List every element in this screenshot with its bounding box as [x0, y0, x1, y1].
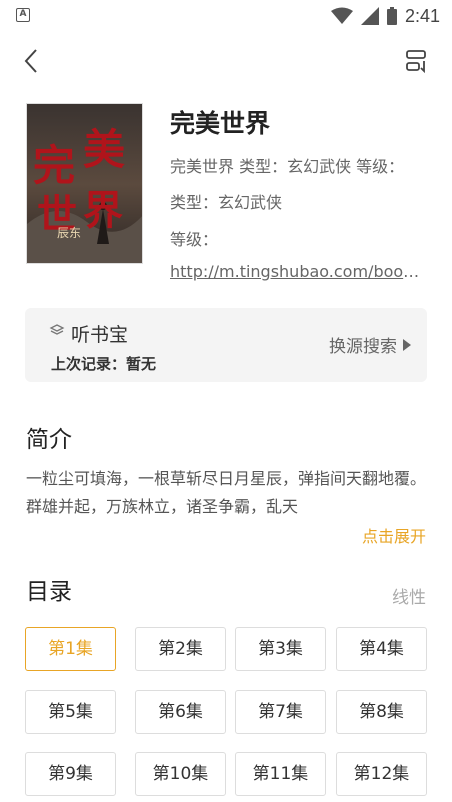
episode-button[interactable]: 第11集: [235, 752, 326, 796]
battery-icon: [386, 7, 397, 25]
episode-button[interactable]: 第3集: [235, 627, 326, 671]
episode-button[interactable]: 第2集: [135, 627, 226, 671]
book-title: 完美世界: [170, 109, 271, 138]
status-bar: A 2:41: [0, 0, 452, 32]
episode-button[interactable]: 第4集: [336, 627, 427, 671]
episode-button[interactable]: 第1集: [25, 627, 116, 671]
episode-button[interactable]: 第7集: [235, 690, 326, 734]
book-level: 等级：: [170, 230, 219, 249]
last-record: 上次记录：暂无: [51, 355, 157, 373]
toc-mode-toggle[interactable]: 线性: [392, 583, 426, 608]
episode-button[interactable]: 第5集: [25, 690, 116, 734]
cover-char: 美: [83, 125, 126, 174]
book-meta-line: 完美世界 类型：玄幻武侠 等级：: [170, 157, 405, 176]
wifi-icon: [330, 7, 353, 24]
toc-heading: 目录: [26, 579, 72, 605]
intro-text: 一粒尘可填海，一根草斩尽日月星辰，弹指间天翻地覆。群雄并起，万族林立，诸圣争霸，…: [26, 469, 427, 516]
episode-button[interactable]: 第10集: [135, 752, 226, 796]
episode-button[interactable]: 第12集: [336, 752, 427, 796]
back-button[interactable]: [18, 46, 48, 76]
cover-author: 辰东: [57, 226, 82, 240]
book-cover[interactable]: 完 美 世 界 辰东: [26, 103, 143, 264]
status-time: 2:41: [404, 5, 440, 26]
book-type: 类型：玄幻武侠: [170, 193, 283, 212]
episode-button[interactable]: 第9集: [25, 752, 116, 796]
book-source-url[interactable]: http://m.tingshubao.com/book...: [170, 262, 426, 281]
episode-button[interactable]: 第6集: [135, 690, 226, 734]
episode-button[interactable]: 第8集: [336, 690, 427, 734]
top-bar: [0, 40, 452, 84]
switch-source-label: 换源搜索: [329, 337, 397, 357]
source-switch-icon: [406, 50, 426, 74]
notification-app-icon: A: [16, 8, 30, 22]
signal-icon: [360, 7, 379, 25]
source-name: 听书宝: [71, 324, 129, 346]
chevron-left-icon: [24, 49, 37, 73]
cover-title-glyphs: 完 美 世 界: [31, 114, 141, 238]
status-bar-right: 2:41: [330, 4, 440, 28]
intro-heading: 简介: [26, 427, 72, 453]
switch-source-button[interactable]: [402, 46, 432, 76]
expand-intro-link[interactable]: 点击展开: [362, 523, 426, 547]
source-card[interactable]: 听书宝 上次记录：暂无 换源搜索: [25, 308, 427, 382]
switch-source-search-button[interactable]: 换源搜索: [329, 332, 411, 357]
triangle-right-icon: [403, 338, 411, 351]
layers-icon: [49, 324, 65, 335]
cover-char: 界: [83, 187, 123, 234]
